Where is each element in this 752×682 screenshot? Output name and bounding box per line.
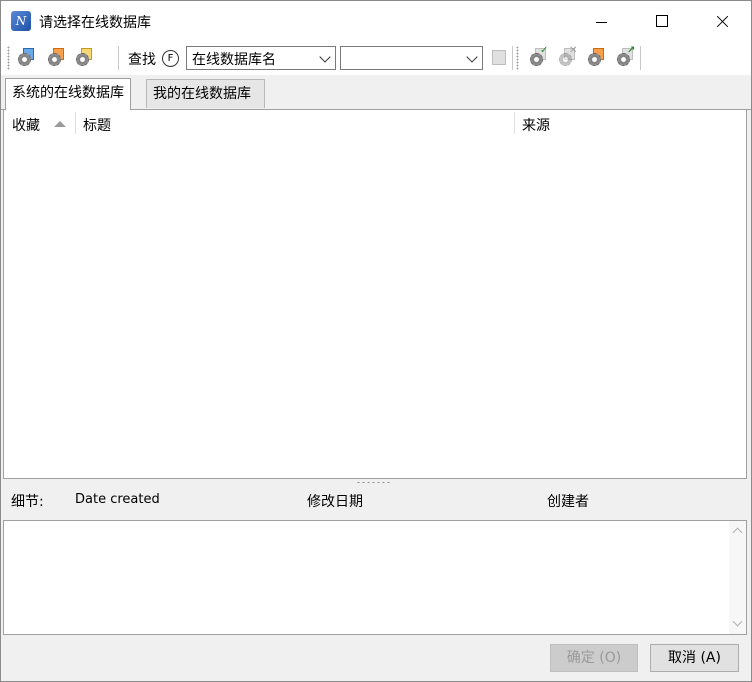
minimize-button[interactable] <box>571 1 631 41</box>
close-button[interactable] <box>691 1 751 41</box>
vertical-scrollbar[interactable] <box>729 521 746 634</box>
delete-icon: ✕ <box>569 45 578 56</box>
favorite-database-button[interactable] <box>45 47 67 69</box>
maximize-button[interactable] <box>631 1 691 41</box>
tab-strip: 系统的在线数据库 我的在线数据库 <box>1 75 751 110</box>
minimize-icon <box>596 22 607 23</box>
tab-system-databases[interactable]: 系统的在线数据库 <box>5 78 131 110</box>
search-icon <box>492 50 506 65</box>
tab-my-databases[interactable]: 我的在线数据库 <box>146 79 265 108</box>
gear-icon <box>18 53 31 66</box>
ok-button[interactable]: 确定 (O) <box>550 644 638 672</box>
details-label: 细节: <box>11 494 44 510</box>
date-created-label: Date created <box>75 492 160 507</box>
column-header-title[interactable]: 标题 <box>83 115 111 135</box>
add-database-button[interactable]: ✓ <box>527 45 549 69</box>
toolbar-grip[interactable] <box>516 46 519 70</box>
toolbar-grip[interactable] <box>7 46 10 70</box>
column-divider[interactable] <box>75 112 76 134</box>
dialog-window: N 请选择在线数据库 查找 F 在线数据库名 ✓ ✕ ↗ 系统的在线数据库 我的… <box>0 0 752 682</box>
search-field-value: 在线数据库名 <box>192 52 276 68</box>
chevron-down-icon <box>319 51 331 63</box>
column-header-favorite[interactable]: 收藏 <box>12 115 40 135</box>
find-label: 查找 <box>128 52 156 68</box>
column-header-source[interactable]: 来源 <box>522 115 550 135</box>
app-icon: N <box>11 11 31 31</box>
splitter-handle[interactable] <box>356 481 390 484</box>
description-box[interactable] <box>3 520 747 635</box>
gear-icon <box>48 53 61 66</box>
window-title: 请选择在线数据库 <box>39 15 151 31</box>
toolbar-separator <box>512 46 513 70</box>
export-database-button[interactable]: ↗ <box>614 45 636 69</box>
add-icon: ✓ <box>540 45 549 56</box>
modified-date-label: 修改日期 <box>307 494 363 510</box>
search-button[interactable] <box>488 47 510 69</box>
toolbar-separator <box>118 46 119 70</box>
toolbar-separator <box>640 46 641 70</box>
cancel-button[interactable]: 取消 (A) <box>650 644 739 672</box>
column-divider[interactable] <box>514 112 515 134</box>
gear-icon <box>588 53 601 66</box>
search-field-combo[interactable]: 在线数据库名 <box>186 46 336 70</box>
remove-database-button[interactable]: ✕ <box>556 45 578 69</box>
search-text-combo[interactable] <box>340 46 483 70</box>
scroll-up-icon[interactable] <box>732 527 743 538</box>
creator-label: 创建者 <box>547 494 589 510</box>
title-bar: N 请选择在线数据库 <box>1 1 751 41</box>
database-options-button[interactable] <box>73 47 95 69</box>
export-arrow-icon: ↗ <box>627 45 636 56</box>
maximize-icon <box>656 15 668 27</box>
find-accelerator: F <box>162 50 179 67</box>
database-list[interactable]: 收藏 标题 来源 <box>3 109 747 479</box>
edit-database-button[interactable] <box>585 47 607 69</box>
scroll-down-icon[interactable] <box>732 616 743 627</box>
new-database-button[interactable] <box>15 47 37 69</box>
chevron-down-icon <box>466 51 478 63</box>
details-bar: 细节: Date created 修改日期 创建者 <box>1 485 751 517</box>
sort-ascending-icon <box>54 121 66 127</box>
gear-icon <box>76 53 89 66</box>
